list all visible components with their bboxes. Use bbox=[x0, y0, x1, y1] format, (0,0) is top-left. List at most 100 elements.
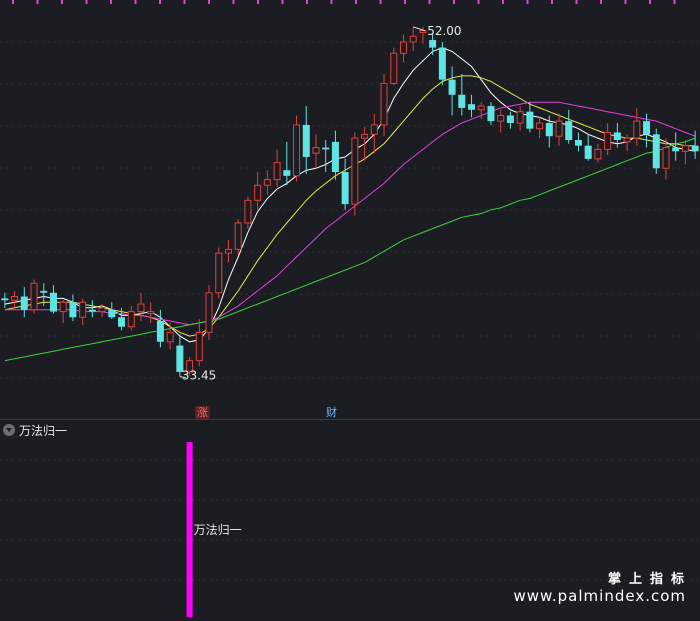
candle-body bbox=[468, 104, 476, 110]
top-tick bbox=[404, 0, 406, 4]
candle-body bbox=[652, 134, 660, 169]
candle bbox=[49, 285, 57, 314]
candle-body bbox=[147, 311, 155, 314]
top-tick bbox=[257, 0, 259, 4]
candle bbox=[604, 123, 612, 156]
candle-body bbox=[584, 145, 592, 159]
top-tick bbox=[208, 0, 210, 4]
candle-body bbox=[380, 82, 388, 126]
candle-body bbox=[341, 172, 349, 205]
candle-body bbox=[11, 296, 19, 301]
candle bbox=[390, 47, 398, 86]
candle-body bbox=[545, 123, 553, 137]
candle-body bbox=[448, 79, 456, 95]
candle-body bbox=[672, 147, 680, 152]
candle-body bbox=[399, 41, 407, 54]
candle bbox=[468, 94, 476, 118]
candle-body bbox=[108, 309, 116, 318]
candle bbox=[633, 107, 641, 146]
candle-body bbox=[643, 121, 651, 135]
candle bbox=[79, 298, 87, 325]
top-tick bbox=[600, 0, 602, 4]
candle-body bbox=[254, 184, 262, 201]
top-tick bbox=[379, 0, 382, 4]
candle-body bbox=[361, 133, 369, 139]
candle-body bbox=[59, 301, 67, 313]
candle bbox=[108, 302, 116, 320]
candle bbox=[59, 300, 67, 323]
candle bbox=[438, 41, 446, 86]
candle-body bbox=[662, 147, 670, 169]
candle bbox=[137, 292, 145, 322]
top-tick bbox=[526, 0, 529, 4]
candle bbox=[166, 322, 174, 350]
candlestick-chart[interactable]: 52.00 33.45 bbox=[0, 0, 700, 420]
candle bbox=[613, 123, 621, 148]
candle-body bbox=[536, 122, 544, 130]
candle bbox=[293, 115, 301, 182]
candle-body bbox=[49, 292, 57, 312]
candle-body bbox=[88, 309, 96, 312]
candle-body bbox=[118, 317, 126, 327]
candle bbox=[302, 106, 310, 174]
top-tick bbox=[12, 0, 14, 4]
candle-body bbox=[438, 47, 446, 80]
candle bbox=[224, 239, 232, 263]
candle bbox=[361, 126, 369, 161]
candle-body bbox=[166, 331, 174, 343]
top-tick bbox=[502, 0, 504, 4]
candle bbox=[497, 109, 505, 133]
candle-body bbox=[30, 282, 38, 311]
watermark-url: www.palmindex.com bbox=[513, 587, 686, 605]
ma60-line bbox=[4, 137, 696, 362]
candle bbox=[263, 170, 271, 195]
top-tick bbox=[110, 0, 112, 4]
candle-body bbox=[487, 106, 495, 122]
ma5-line bbox=[4, 47, 696, 343]
top-tick bbox=[477, 0, 480, 4]
candle-body bbox=[127, 311, 135, 328]
low-label: 33.45 bbox=[182, 369, 216, 383]
top-tick bbox=[85, 0, 88, 4]
candle bbox=[487, 102, 495, 125]
candle bbox=[215, 247, 223, 299]
candle-body bbox=[302, 124, 310, 157]
candle bbox=[341, 158, 349, 210]
candle bbox=[244, 196, 252, 229]
candle bbox=[516, 106, 524, 131]
candle bbox=[380, 74, 388, 137]
candle bbox=[273, 149, 281, 188]
top-tick bbox=[36, 0, 39, 4]
watermark: 掌上指标 www.palmindex.com bbox=[513, 568, 686, 605]
candle bbox=[88, 300, 96, 318]
candle-body bbox=[98, 307, 106, 313]
candle-body bbox=[234, 222, 242, 250]
candle-body bbox=[69, 302, 77, 318]
candle bbox=[1, 292, 9, 308]
candle bbox=[254, 172, 262, 210]
candle-body bbox=[604, 131, 612, 150]
signal-label: 万法归一 bbox=[194, 523, 242, 537]
candle bbox=[409, 26, 417, 52]
candle-body bbox=[613, 132, 621, 140]
candle-body bbox=[244, 199, 252, 224]
candle-body bbox=[506, 115, 514, 124]
candle-body bbox=[205, 292, 213, 333]
candle bbox=[370, 113, 378, 154]
candle bbox=[536, 117, 544, 139]
candle bbox=[458, 74, 466, 116]
candle bbox=[399, 34, 407, 63]
top-tick bbox=[281, 0, 284, 4]
candle-body bbox=[526, 111, 534, 129]
candle-body bbox=[263, 179, 271, 186]
candle-body bbox=[409, 35, 417, 43]
candle-body bbox=[195, 331, 203, 362]
high-label: 52.00 bbox=[427, 24, 461, 38]
candle bbox=[574, 132, 582, 152]
candle-body bbox=[312, 147, 320, 154]
candle bbox=[195, 319, 203, 367]
candle-body bbox=[20, 296, 28, 310]
candle-body bbox=[477, 105, 485, 111]
candle bbox=[234, 219, 242, 256]
candle bbox=[555, 113, 563, 146]
